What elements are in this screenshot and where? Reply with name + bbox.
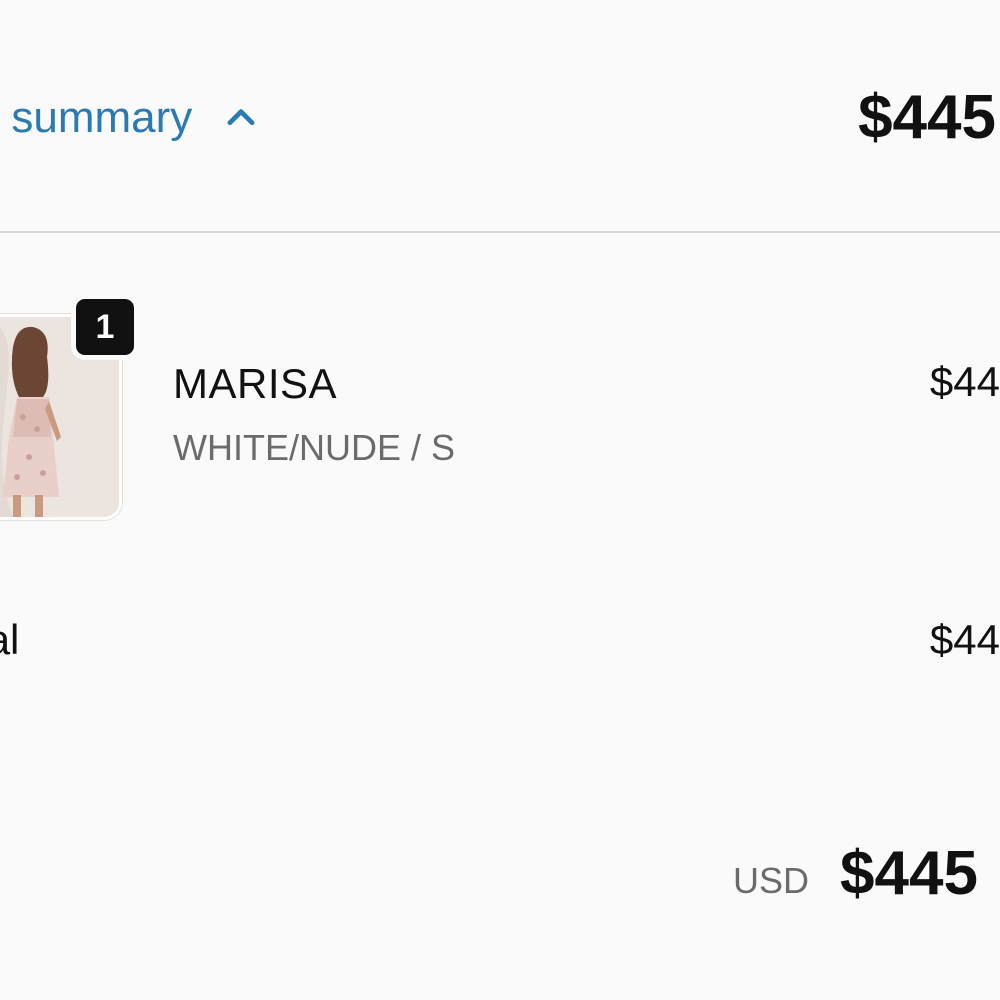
subtotal-label: total: [0, 616, 20, 663]
chevron-up-icon: [227, 109, 255, 126]
quantity-badge: 1: [71, 294, 139, 360]
checkout-order-summary: er summary $445: [0, 0, 1000, 1000]
order-summary-header-total: $445: [858, 83, 996, 152]
product-name: MARISA: [173, 360, 338, 407]
total-value: $445: [840, 839, 978, 908]
order-summary-toggle-label: er summary: [0, 93, 193, 142]
product-variant: WHITE/NUDE / S: [173, 427, 456, 468]
product-price: $44: [929, 358, 1000, 405]
summary-divider: [0, 231, 1000, 233]
order-summary-toggle[interactable]: er summary: [0, 88, 260, 148]
total-currency: USD: [733, 860, 810, 901]
subtotal-value: $44: [929, 616, 1000, 663]
